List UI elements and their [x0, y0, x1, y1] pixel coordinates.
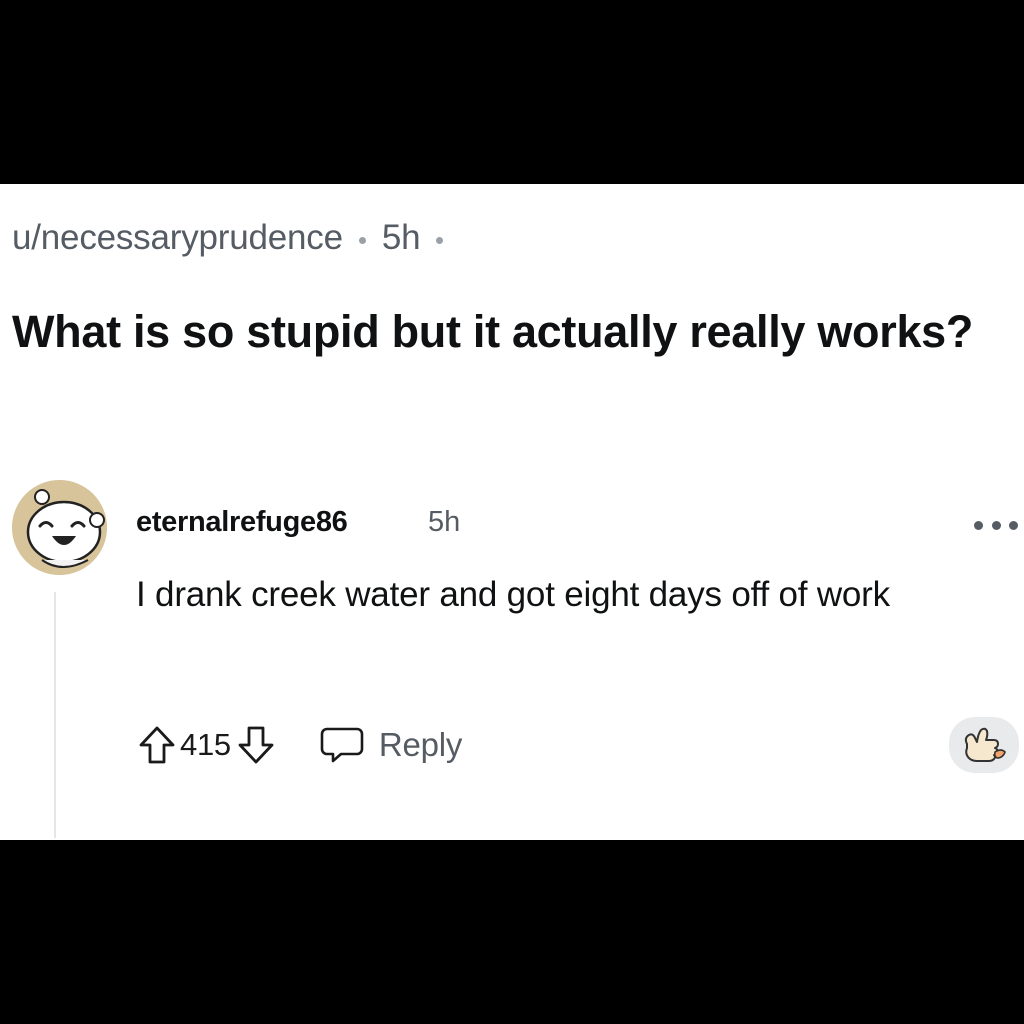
reply-button[interactable]: Reply	[319, 725, 462, 765]
post-author-link[interactable]: u/necessaryprudence	[12, 218, 343, 258]
separator-dot	[436, 236, 444, 244]
snoo-avatar-icon[interactable]	[12, 480, 107, 575]
comment-actions: 415 Reply	[136, 724, 462, 766]
comment-author[interactable]: eternalrefuge86	[136, 506, 348, 539]
post-title[interactable]: What is so stupid but it actually really…	[12, 300, 1002, 364]
downvote-arrow-icon	[238, 726, 274, 764]
comment-body: I drank creek water and got eight days o…	[136, 575, 890, 614]
reply-label: Reply	[378, 726, 463, 763]
vote-score: 415	[180, 727, 231, 762]
more-options-button[interactable]	[974, 514, 1018, 536]
more-options-icon	[974, 520, 983, 530]
thread-line[interactable]	[54, 592, 56, 838]
post-age: 5h	[381, 218, 421, 257]
comment-age: 5h	[428, 506, 461, 538]
post-meta: u/necessaryprudence 5h	[12, 218, 444, 258]
letterbox-top	[0, 0, 1024, 184]
reddit-comment-card: u/necessaryprudence 5h What is so stupid…	[0, 184, 1024, 840]
separator-dot	[358, 236, 366, 244]
downvote-button[interactable]	[235, 724, 277, 766]
award-thumbs-up-icon	[964, 727, 1006, 762]
award-button[interactable]	[949, 717, 1019, 773]
more-options-dot	[1009, 520, 1018, 530]
upvote-button[interactable]	[136, 724, 178, 766]
speech-bubble-icon	[320, 727, 364, 763]
more-options-dot	[991, 520, 1001, 530]
letterbox-bottom	[0, 840, 1024, 1024]
upvote-arrow-icon	[139, 726, 175, 764]
